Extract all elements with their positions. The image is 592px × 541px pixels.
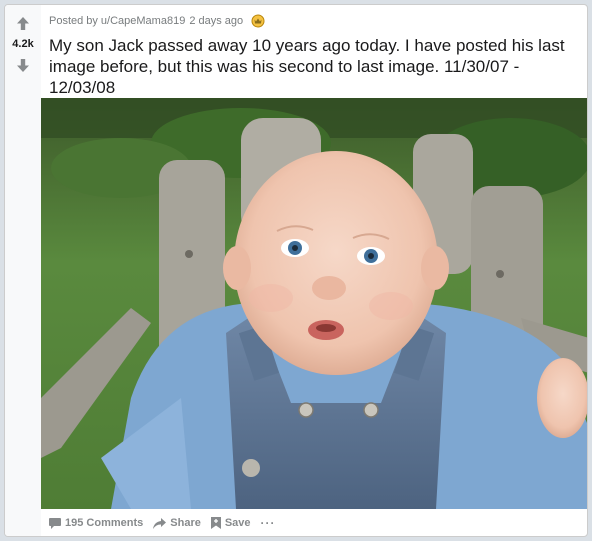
- more-options-icon: ···: [260, 516, 276, 530]
- author-link[interactable]: u/CapeMama819: [101, 15, 185, 27]
- save-label: Save: [224, 517, 251, 529]
- award-medal-icon[interactable]: [251, 14, 265, 28]
- baby-photo: [41, 98, 587, 509]
- post-title[interactable]: My son Jack passed away 10 years ago tod…: [49, 35, 577, 98]
- share-icon: [153, 517, 167, 529]
- bookmark-icon: [210, 517, 221, 529]
- arrow-up-icon: [17, 16, 29, 30]
- arrow-down-icon: [17, 58, 29, 72]
- downvote-button[interactable]: [13, 55, 33, 75]
- post-image[interactable]: [41, 98, 587, 509]
- comment-icon: [49, 517, 61, 529]
- post-time[interactable]: 2 days ago: [189, 15, 243, 27]
- post-card[interactable]: 4.2k Posted by u/CapeMama819 2 days ago …: [4, 4, 588, 537]
- post-content: Posted by u/CapeMama819 2 days ago My so…: [41, 5, 587, 536]
- comments-button[interactable]: 195 Comments: [49, 517, 143, 529]
- posted-by-label: Posted by: [49, 15, 98, 27]
- share-label: Share: [170, 517, 201, 529]
- save-button[interactable]: Save: [210, 517, 251, 529]
- share-button[interactable]: Share: [153, 517, 201, 529]
- upvote-button[interactable]: [13, 13, 33, 33]
- comments-label: 195 Comments: [65, 517, 144, 529]
- vote-column: 4.2k: [5, 5, 41, 536]
- more-options-button[interactable]: ···: [261, 516, 276, 530]
- post-meta: Posted by u/CapeMama819 2 days ago: [49, 13, 265, 29]
- vote-count: 4.2k: [12, 38, 34, 50]
- post-actions: 195 Comments Share Save ···: [49, 515, 286, 531]
